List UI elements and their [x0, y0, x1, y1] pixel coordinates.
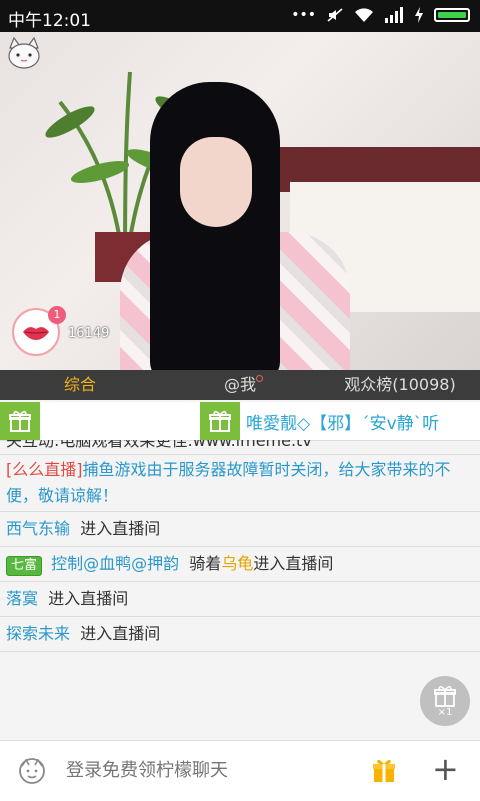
chat-text: 进入直播间 — [80, 519, 161, 538]
list-item: 落寞 进入直播间 — [0, 582, 480, 617]
list-item: 探索未来 进入直播间 — [0, 617, 480, 652]
send-gift-icon[interactable] — [370, 757, 398, 785]
floating-gift-button[interactable]: ×1 — [420, 676, 470, 726]
gift-icon-2[interactable] — [200, 402, 240, 440]
chat-text: 进入直播间 — [48, 589, 129, 608]
battery-icon — [434, 8, 470, 22]
chat-text: 进入直播间 — [80, 624, 161, 643]
chat-tabs: 综合 @我 观众榜(10098) — [0, 370, 480, 400]
chat-text: 进入直播间 — [253, 554, 334, 573]
wifi-icon — [354, 7, 374, 23]
mute-icon — [326, 7, 344, 23]
chat-username[interactable]: 落寞 — [6, 589, 38, 608]
gift-icon[interactable] — [0, 402, 40, 440]
charging-icon — [414, 7, 424, 23]
tab-mentions[interactable]: @我 — [160, 370, 320, 400]
partial-line-text: 关互动:电脑观看效果更佳:www.imeme.tv — [6, 440, 312, 450]
chat-input-bar: + — [0, 740, 480, 801]
status-bar: 中午12:01 ••• — [0, 0, 480, 32]
viewer-count: 16149 — [68, 326, 110, 341]
signal-icon — [384, 7, 404, 23]
tab-audience-rank[interactable]: 观众榜(10098) — [320, 370, 480, 400]
notification-badge: 1 — [48, 306, 66, 324]
chat-text-pre: 骑着 — [189, 554, 222, 573]
announcement-tag: [么么直播] — [6, 460, 83, 479]
tab-general[interactable]: 综合 — [0, 370, 160, 400]
emoji-icon[interactable] — [18, 757, 46, 785]
rank-badge: 七富 — [6, 556, 43, 576]
gift-outline-icon — [434, 685, 456, 707]
status-time: 中午12:01 — [8, 11, 91, 31]
live-video[interactable]: 1 16149 — [0, 32, 480, 370]
gift-banner: 唯愛靓◇【邪】´安v静`听 — [0, 402, 480, 441]
chat-username[interactable]: 控制@血鸭@押韵 — [51, 554, 179, 573]
list-item: 七富 控制@血鸭@押韵 骑着乌龟进入直播间 — [0, 547, 480, 582]
more-dots-icon: ••• — [291, 7, 316, 23]
gift-marquee-text: 唯愛靓◇【邪】´安v静`听 — [246, 414, 440, 434]
unread-dot-icon — [256, 375, 263, 382]
tab-mentions-label: @我 — [223, 375, 256, 394]
gift-count: ×1 — [437, 706, 453, 718]
chat-username[interactable]: 西气东输 — [6, 519, 70, 538]
list-item: 西气东输 进入直播间 — [0, 512, 480, 547]
system-announcement: [么么直播]捕鱼游戏由于服务器故障暂时关闭，给大家带来的不便，敬请谅解！ — [0, 455, 480, 512]
cat-mascot-icon — [8, 36, 40, 69]
status-icons: ••• — [291, 7, 470, 23]
plus-icon[interactable]: + — [432, 751, 459, 787]
streamer-face — [180, 137, 252, 227]
chat-list[interactable]: 关互动:电脑观看效果更佳:www.imeme.tv [么么直播]捕鱼游戏由于服务… — [0, 440, 480, 670]
mount-name: 乌龟 — [221, 554, 254, 573]
chat-username[interactable]: 探索未来 — [6, 624, 70, 643]
chat-partial-line: 关互动:电脑观看效果更佳:www.imeme.tv — [0, 440, 480, 455]
chat-input[interactable] — [64, 759, 328, 782]
